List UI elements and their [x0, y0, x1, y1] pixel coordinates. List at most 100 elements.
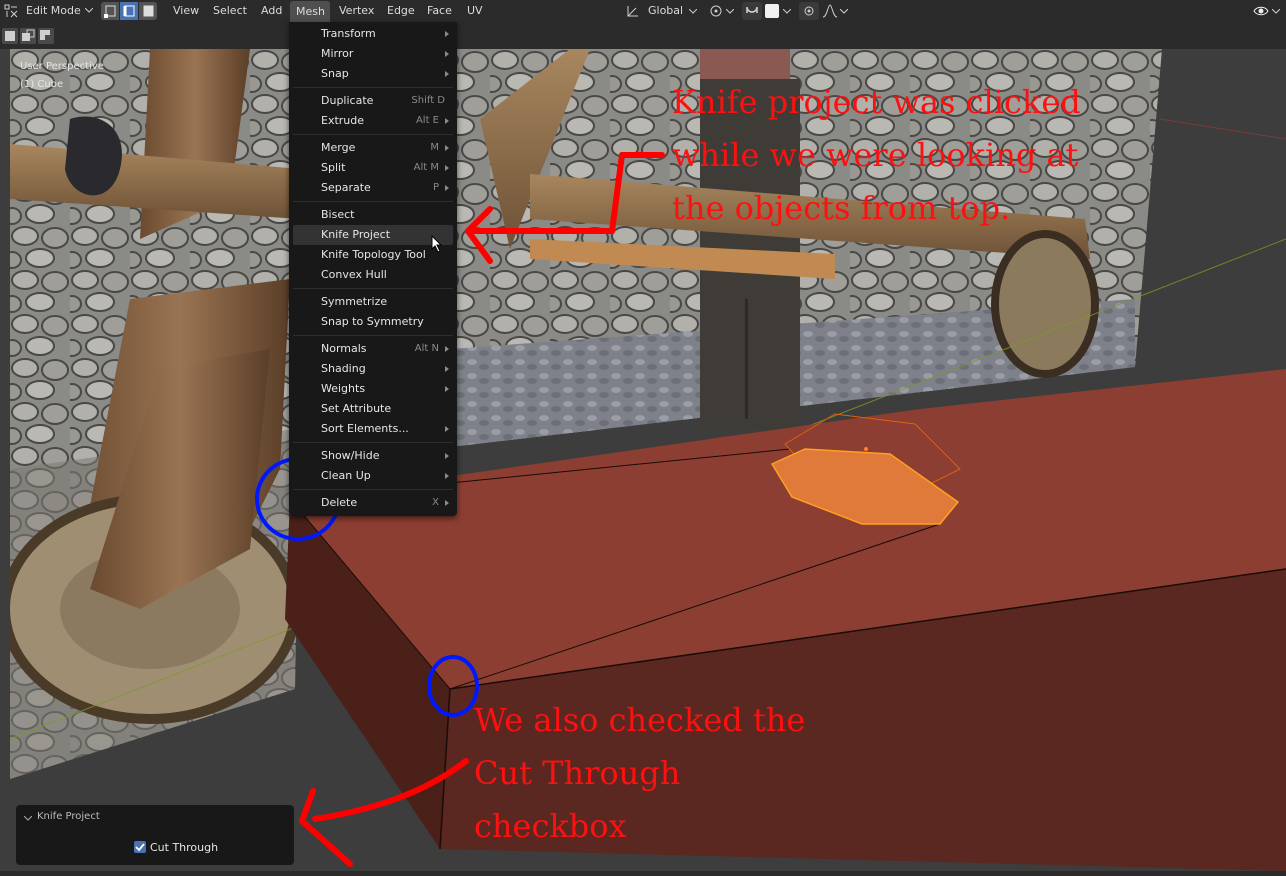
- checkmark-icon: [135, 843, 145, 852]
- submenu-arrow-icon: [445, 473, 449, 479]
- menu-separator: [293, 442, 453, 443]
- submenu-arrow-icon: [445, 51, 449, 57]
- menu-item-transform[interactable]: Transform: [293, 24, 453, 44]
- chevron-down-icon: [689, 9, 697, 14]
- menu-item-mirror[interactable]: Mirror: [293, 44, 453, 64]
- proportional-edit-toggle[interactable]: [799, 2, 819, 20]
- menu-item-separate[interactable]: Separate P: [293, 178, 453, 198]
- annotation-bottom-line: Cut Through: [474, 754, 681, 792]
- menu-item-convex-hull[interactable]: Convex Hull: [293, 265, 453, 285]
- face-select-button[interactable]: [139, 2, 157, 20]
- menu-separator: [293, 134, 453, 135]
- menu-view[interactable]: View: [173, 0, 199, 22]
- mode-selector[interactable]: Edit Mode: [21, 2, 96, 20]
- falloff-curve-icon[interactable]: [822, 4, 838, 18]
- submenu-arrow-icon: [445, 386, 449, 392]
- tool-settings-bar: [0, 22, 1286, 49]
- menu-item-split[interactable]: Split Alt M: [293, 158, 453, 178]
- menu-edge[interactable]: Edge: [387, 0, 415, 22]
- submenu-arrow-icon: [445, 500, 449, 506]
- menu-item-knife-topology-tool[interactable]: Knife Topology Tool: [293, 245, 453, 265]
- magnet-icon: [746, 6, 758, 13]
- transform-orientation-icon[interactable]: [626, 4, 640, 18]
- submenu-arrow-icon: [445, 366, 449, 372]
- menu-separator: [293, 288, 453, 289]
- menu-item-bisect[interactable]: Bisect: [293, 205, 453, 225]
- edge-select-icon: [123, 5, 135, 17]
- menu-item-show-hide[interactable]: Show/Hide: [293, 446, 453, 466]
- operator-panel-header[interactable]: Knife Project: [22, 811, 282, 825]
- chevron-down-icon: [726, 9, 734, 14]
- chevron-down-icon: [85, 8, 93, 13]
- menu-separator: [293, 335, 453, 336]
- menu-item-merge[interactable]: Merge M: [293, 138, 453, 158]
- annotation-bottom-line: checkbox: [474, 807, 627, 845]
- menu-item-knife-project[interactable]: Knife Project: [293, 225, 453, 253]
- menu-item-symmetrize[interactable]: Symmetrize: [293, 292, 453, 312]
- face-select-icon: [143, 5, 154, 17]
- menu-item-weights[interactable]: Weights: [293, 379, 453, 399]
- menu-item-duplicate[interactable]: Duplicate Shift D: [293, 91, 453, 111]
- chevron-down-icon: [783, 9, 791, 14]
- visibility-eye-icon[interactable]: [1253, 4, 1269, 18]
- view-name: User Perspective: [20, 61, 104, 72]
- select-new-icon: [5, 31, 15, 41]
- menu-separator: [293, 87, 453, 88]
- pivot-point-icon[interactable]: [708, 4, 724, 18]
- object-name: (1) Cube: [20, 79, 64, 90]
- chevron-down-icon: [840, 9, 848, 14]
- menu-item-shading[interactable]: Shading: [293, 359, 453, 379]
- mesh-menu: Transform Mirror Snap Duplicate Shift D E…: [289, 22, 457, 516]
- annotation-top: Knife project was clicked while we were …: [672, 76, 1081, 235]
- menu-mesh[interactable]: Mesh: [290, 1, 330, 22]
- snap-target-selector[interactable]: [765, 4, 779, 18]
- proportional-edit-icon: [804, 6, 814, 16]
- menu-select[interactable]: Select: [213, 0, 247, 22]
- select-subtract-icon: [40, 30, 52, 42]
- submenu-arrow-icon: [445, 145, 449, 151]
- chevron-down-icon: [1272, 9, 1280, 14]
- menu-item-sort-elements[interactable]: Sort Elements...: [293, 419, 453, 439]
- menu-face[interactable]: Face: [427, 0, 452, 22]
- status-bar: [0, 871, 1286, 876]
- submenu-arrow-icon: [445, 185, 449, 191]
- select-extend-button[interactable]: [20, 28, 36, 44]
- submenu-arrow-icon: [445, 165, 449, 171]
- vertex-select-button[interactable]: [101, 2, 119, 20]
- annotation-top-line: Knife project was clicked: [672, 83, 1081, 121]
- submenu-arrow-icon: [445, 346, 449, 352]
- menu-item-snap[interactable]: Snap: [293, 64, 453, 84]
- menu-item-clean-up[interactable]: Clean Up: [293, 466, 453, 486]
- menu-add[interactable]: Add: [261, 0, 282, 22]
- select-extend-icon: [22, 29, 35, 41]
- annotation-top-line: the objects from top.: [672, 189, 1011, 227]
- menu-separator: [293, 201, 453, 202]
- edge-select-button[interactable]: [120, 2, 138, 20]
- submenu-arrow-icon: [445, 426, 449, 432]
- transform-orientation-value[interactable]: Global: [648, 0, 683, 22]
- menu-item-normals[interactable]: Normals Alt N: [293, 339, 453, 359]
- operator-panel-title: Knife Project: [37, 811, 100, 822]
- operator-panel: Knife Project Cut Through: [16, 805, 294, 865]
- vertex-select-icon: [104, 5, 116, 18]
- menu-item-snap-to-symmetry[interactable]: Snap to Symmetry: [293, 312, 453, 332]
- select-new-button[interactable]: [2, 28, 18, 44]
- cut-through-checkbox[interactable]: [134, 841, 146, 853]
- submenu-arrow-icon: [445, 71, 449, 77]
- menu-item-extrude[interactable]: Extrude Alt E: [293, 111, 453, 131]
- mode-label: Edit Mode: [26, 4, 81, 17]
- submenu-arrow-icon: [445, 31, 449, 37]
- menu-separator: [293, 489, 453, 490]
- menu-vertex[interactable]: Vertex: [339, 0, 374, 22]
- annotation-bottom-line: We also checked the: [474, 701, 806, 739]
- menu-item-delete[interactable]: Delete X: [293, 493, 453, 513]
- snap-toggle[interactable]: [742, 2, 762, 20]
- annotation-bottom: We also checked the Cut Through checkbox: [474, 694, 805, 853]
- editor-type-icon[interactable]: [4, 4, 18, 18]
- submenu-arrow-icon: [445, 453, 449, 459]
- chevron-down-icon: [24, 816, 32, 821]
- select-subtract-button[interactable]: [38, 28, 54, 44]
- menu-item-set-attribute[interactable]: Set Attribute: [293, 399, 453, 419]
- menu-mesh-label: Mesh: [296, 5, 325, 18]
- menu-uv[interactable]: UV: [467, 0, 483, 22]
